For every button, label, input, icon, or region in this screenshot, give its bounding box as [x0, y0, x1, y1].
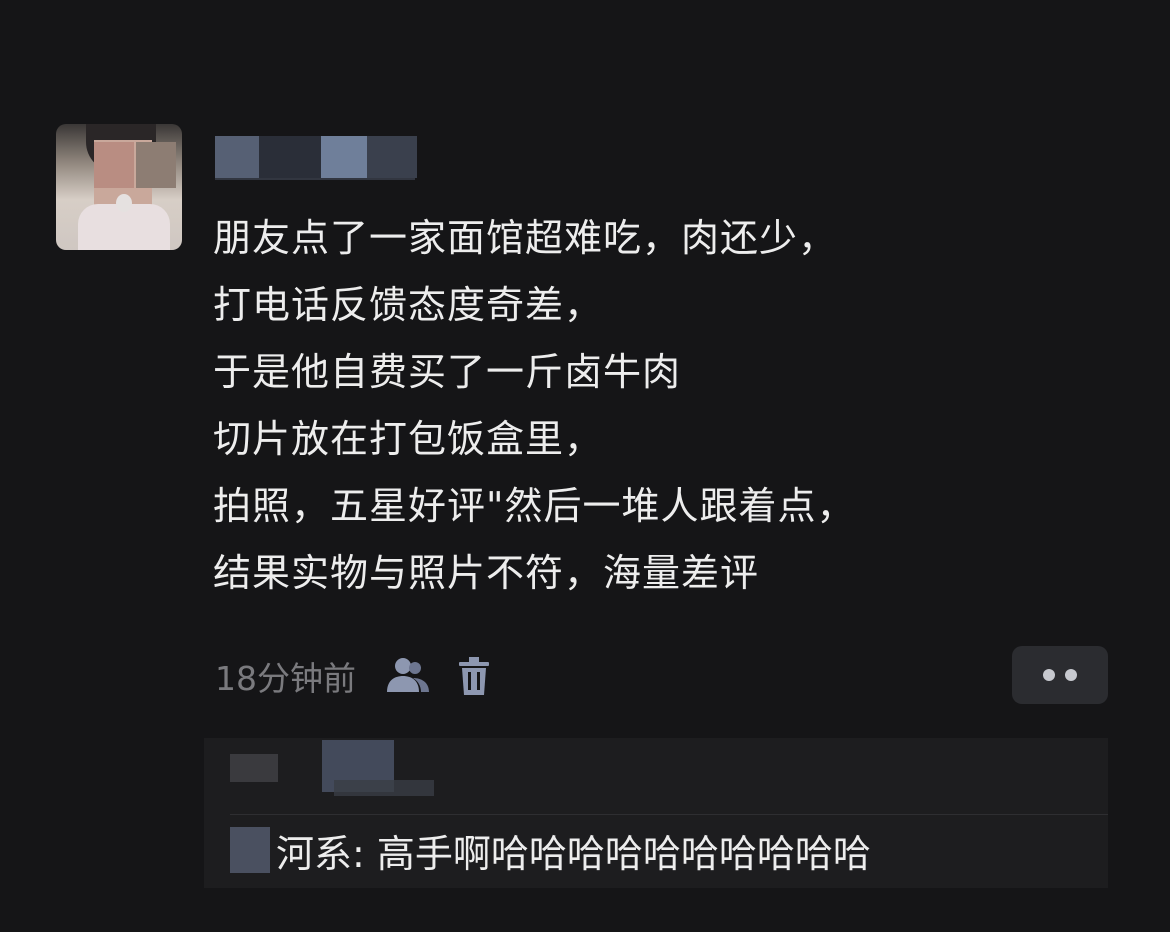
username-blur [321, 136, 367, 178]
trash-icon[interactable] [454, 654, 494, 698]
post-line: 朋友点了一家面馆超难吃，肉还少， [213, 216, 838, 260]
username-blur [259, 136, 321, 178]
more-button[interactable] [1012, 646, 1108, 704]
comment-section: 河系: 高手啊哈哈哈哈哈哈哈哈哈哈 [204, 738, 1108, 888]
more-dots-icon [1065, 669, 1077, 681]
comment-item[interactable]: 河系: 高手啊哈哈哈哈哈哈哈哈哈哈 [230, 822, 871, 878]
avatar-detail [116, 194, 132, 212]
post-line: 拍照，五星好评"然后一堆人跟着点， [213, 484, 856, 528]
post-line: 结果实物与照片不符，海量差评 [213, 551, 760, 595]
post-time: 18分钟前 [215, 659, 356, 698]
username-blur [215, 136, 259, 178]
more-dots-icon [1043, 669, 1055, 681]
post-meta: 18分钟前 [215, 652, 494, 700]
post-line: 切片放在打包饭盒里， [213, 417, 604, 461]
post-line: 于是他自费买了一斤卤牛肉 [213, 350, 682, 394]
comment-divider [230, 814, 1108, 815]
username-blur [367, 136, 417, 178]
avatar-mosaic [136, 142, 176, 188]
like-name-blur [334, 780, 434, 796]
post-line: 打电话反馈态度奇差， [213, 283, 604, 327]
avatar[interactable] [56, 124, 182, 250]
like-name-blur [230, 754, 278, 782]
comment-text: 河系: 高手啊哈哈哈哈哈哈哈哈哈哈 [276, 831, 871, 876]
avatar-mosaic [94, 142, 134, 188]
post-text: 朋友点了一家面馆超难吃，肉还少， 打电话反馈态度奇差， 于是他自费买了一斤卤牛肉… [213, 205, 1113, 607]
user-group-icon[interactable] [384, 654, 432, 698]
commenter-name-blur [230, 827, 270, 873]
